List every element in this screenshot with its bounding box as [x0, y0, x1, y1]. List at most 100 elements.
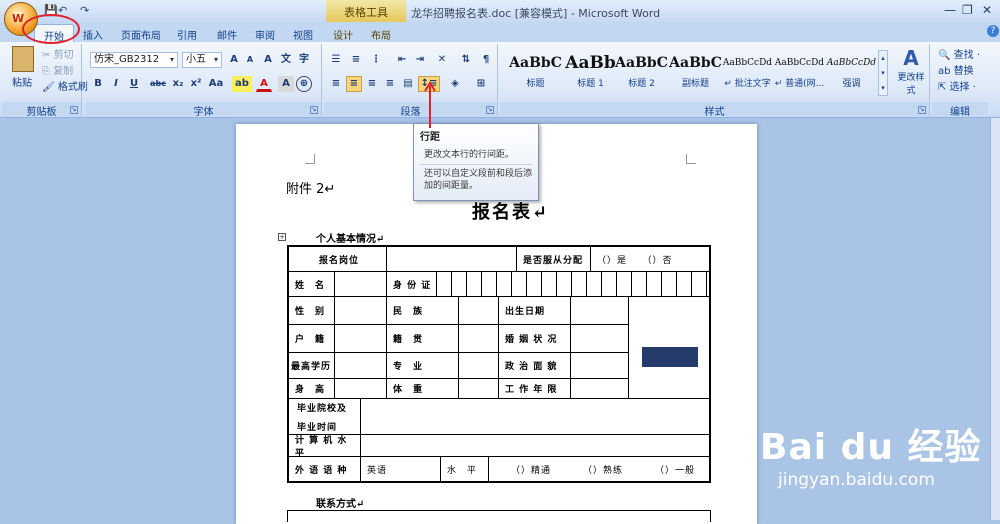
id-number-cells[interactable] — [437, 272, 711, 297]
numbering-icon[interactable]: ≡ — [348, 52, 364, 68]
superscript-button[interactable]: x² — [188, 76, 204, 92]
table-cell[interactable] — [459, 297, 499, 325]
table-cell[interactable]: 是否服从分配 — [517, 247, 591, 272]
subscript-button[interactable]: x₂ — [170, 76, 186, 92]
decrease-indent-icon[interactable]: ⇤ — [394, 52, 410, 68]
find-button[interactable]: 🔍 查找 · — [938, 46, 980, 62]
table-cell[interactable]: 水 平 — [441, 457, 489, 481]
table-cell[interactable]: （）精通 （）熟练 （）一般 — [489, 457, 711, 481]
table-cell[interactable] — [571, 325, 629, 353]
table-cell[interactable] — [571, 353, 629, 379]
table-cell[interactable]: 身 高 — [289, 379, 335, 399]
underline-button[interactable]: U — [126, 76, 142, 92]
minimize-icon[interactable]: — — [944, 3, 956, 17]
table-cell[interactable]: 外 语 语 种 — [289, 457, 361, 481]
borders-icon[interactable]: ⊞ — [470, 76, 492, 92]
table-cell[interactable]: 民 族 — [387, 297, 459, 325]
table-cell[interactable] — [335, 297, 387, 325]
table-cell[interactable]: 婚 姻 状 况 — [499, 325, 571, 353]
table-cell[interactable]: 最高学历 — [289, 353, 335, 379]
style-subtitle[interactable]: AaBbC 副标题 — [668, 50, 723, 96]
format-painter-button[interactable]: 🖌 格式刷 — [42, 78, 88, 94]
multilevel-list-icon[interactable]: ⋮ — [368, 52, 384, 68]
table-cell[interactable]: （）是 （）否 — [591, 247, 711, 272]
change-case-button[interactable]: Aa — [206, 76, 226, 92]
style-emphasis[interactable]: AaBbCcDd 强调 — [824, 50, 879, 96]
increase-indent-icon[interactable]: ⇥ — [412, 52, 428, 68]
table-cell[interactable]: 姓 名 — [289, 272, 335, 297]
shrink-font-button[interactable]: A — [242, 52, 258, 68]
style-comment-text[interactable]: AaBbCcDd ↵ 批注文字 — [720, 50, 775, 96]
table-cell[interactable] — [459, 353, 499, 379]
style-heading-2[interactable]: AaBbC 标题 2 — [614, 50, 669, 96]
bold-button[interactable]: B — [90, 76, 106, 92]
show-marks-icon[interactable]: ¶ — [478, 52, 494, 68]
font-launcher-icon[interactable]: ↘ — [310, 106, 318, 114]
table-cell[interactable] — [387, 247, 517, 272]
paste-button[interactable]: 粘贴 — [12, 74, 32, 90]
styles-launcher-icon[interactable]: ↘ — [918, 106, 926, 114]
tab-review[interactable]: 审阅 — [250, 24, 280, 42]
align-center-icon[interactable]: ≡ — [346, 76, 362, 92]
paste-icon[interactable] — [12, 46, 34, 72]
highlight-button[interactable]: ab — [232, 76, 252, 92]
grow-font-button[interactable]: A — [226, 52, 242, 68]
copy-button[interactable]: ⎘ 复制 — [42, 62, 73, 78]
table-cell[interactable]: 性 别 — [289, 297, 335, 325]
table-cell[interactable] — [459, 379, 499, 399]
table-move-handle-icon[interactable]: + — [278, 233, 286, 241]
chevron-down-icon[interactable]: ▾ — [211, 53, 221, 67]
table-cell[interactable]: 身 份 证 — [387, 272, 437, 297]
align-right-icon[interactable]: ≡ — [364, 76, 380, 92]
table-cell[interactable]: 专 业 — [387, 353, 459, 379]
tab-design[interactable]: 设计 — [328, 24, 358, 42]
table-cell[interactable]: 出生日期 — [499, 297, 571, 325]
clipboard-launcher-icon[interactable]: ↘ — [70, 106, 78, 114]
enclose-char-button[interactable]: 字 — [296, 52, 312, 68]
tab-view[interactable]: 视图 — [288, 24, 318, 42]
strikethrough-button[interactable]: abc — [148, 76, 168, 92]
table-cell[interactable]: 工 作 年 限 — [499, 379, 571, 399]
help-icon[interactable]: ? — [987, 25, 999, 37]
tab-mailings[interactable]: 邮件 — [212, 24, 242, 42]
tab-layout[interactable]: 布局 — [366, 24, 396, 42]
italic-button[interactable]: I — [108, 76, 124, 92]
vertical-scrollbar[interactable] — [990, 118, 1000, 520]
table-cell[interactable] — [361, 435, 711, 457]
char-border-button[interactable]: ⊕ — [296, 76, 312, 92]
char-shading-button[interactable]: A — [278, 76, 294, 92]
justify-icon[interactable]: ≡ — [382, 76, 398, 92]
table-cell[interactable] — [571, 379, 629, 399]
select-button[interactable]: ⇱ 选择 · — [938, 78, 976, 94]
close-icon[interactable]: ✕ — [982, 3, 992, 17]
font-color-button[interactable]: A — [256, 76, 272, 92]
table-cell[interactable] — [459, 325, 499, 353]
font-name-combo[interactable]: 仿宋_GB2312 ▾ — [90, 52, 178, 68]
table-cell[interactable] — [361, 399, 711, 435]
table-cell[interactable] — [335, 272, 387, 297]
maximize-icon[interactable]: ❐ — [962, 3, 973, 17]
table-cell[interactable]: 籍 贯 — [387, 325, 459, 353]
table-cell[interactable] — [335, 353, 387, 379]
table-cell[interactable]: 报名岗位 — [289, 247, 387, 272]
tab-page-layout[interactable]: 页面布局 — [116, 24, 166, 42]
clear-format-button[interactable]: A — [260, 52, 276, 68]
tab-insert[interactable]: 插入 — [78, 24, 108, 42]
table-cell[interactable]: 毕业院校及 毕业时间 — [289, 399, 361, 435]
chevron-down-icon[interactable]: ▾ — [167, 53, 177, 67]
table-cell[interactable] — [335, 325, 387, 353]
sort-icon[interactable]: ⇅ — [458, 52, 474, 68]
style-title[interactable]: AaBbC 标题 — [508, 50, 563, 96]
chinese-layout-icon[interactable]: ✕ — [434, 52, 450, 68]
table-cell[interactable] — [335, 379, 387, 399]
change-styles-button[interactable]: A 更改样式 — [894, 46, 928, 96]
table-cell[interactable]: 政 治 面 貌 — [499, 353, 571, 379]
style-normal-web[interactable]: AaBbCcDd ↵ 普通(网... — [772, 50, 827, 96]
paragraph-launcher-icon[interactable]: ↘ — [486, 106, 494, 114]
bullets-icon[interactable]: ☰ — [328, 52, 344, 68]
style-heading-1[interactable]: AaBb 标题 1 — [563, 50, 618, 96]
table-cell[interactable]: 英语 — [361, 457, 441, 481]
distributed-icon[interactable]: ▤ — [400, 76, 416, 92]
table-cell[interactable]: 户 籍 — [289, 325, 335, 353]
font-size-combo[interactable]: 小五 ▾ — [182, 52, 222, 68]
